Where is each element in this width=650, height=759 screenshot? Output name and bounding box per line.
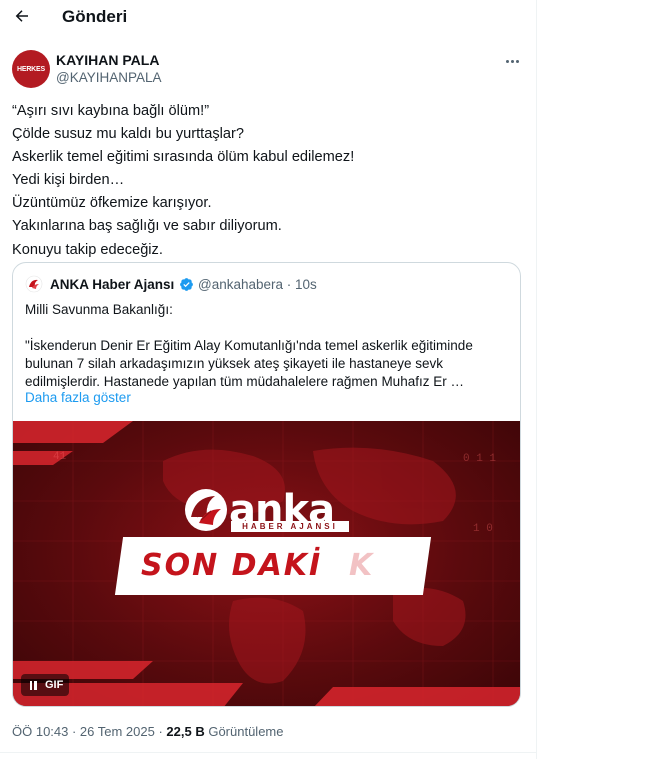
quote-media-gif[interactable]: 41 0 1 1 1 0 anka HABER AJANSI SON DAKİ … — [13, 421, 520, 706]
pause-button[interactable] — [27, 679, 39, 691]
pause-bar-icon — [29, 680, 32, 690]
more-dot-icon — [510, 59, 514, 63]
gif-badge: GIF — [45, 679, 64, 691]
author-handle[interactable]: @KAYIHANPALA — [56, 70, 162, 85]
pause-bar-icon — [34, 680, 37, 690]
quote-text: Milli Savunma Bakanlığı: "İskenderun Den… — [25, 302, 473, 389]
gif-controls: GIF — [21, 674, 70, 696]
quote-avatar[interactable] — [25, 275, 43, 293]
view-label: Görüntüleme — [204, 724, 284, 739]
page-header: Gönderi — [0, 0, 536, 34]
bird-logo-icon — [185, 489, 227, 531]
more-dot-icon — [505, 59, 509, 63]
quote-handle-time[interactable]: @ankahabera · 10s — [198, 277, 317, 292]
back-button[interactable] — [8, 2, 36, 30]
more-dot-icon — [515, 59, 519, 63]
quote-author-name[interactable]: ANKA Haber Ajansı — [50, 277, 174, 292]
breaking-news-text: SON DAKİ — [141, 548, 323, 583]
svg-text:1 0: 1 0 — [473, 523, 493, 535]
avatar-logo-text: HERKES — [17, 65, 45, 73]
tweet-timestamp[interactable]: ÖÖ 10:43 · 26 Tem 2025 · — [12, 724, 166, 739]
author-name[interactable]: KAYIHAN PALA — [56, 52, 159, 68]
svg-text:41: 41 — [53, 451, 67, 463]
view-count: 22,5 B — [166, 724, 205, 739]
breaking-news-text-fade: K — [349, 548, 373, 583]
more-options-button[interactable] — [502, 51, 522, 71]
quoted-tweet-card[interactable]: ANKA Haber Ajansı @ankahabera · 10s Mill… — [12, 262, 521, 707]
divider — [0, 752, 536, 753]
svg-text:0 1 1: 0 1 1 — [463, 453, 496, 465]
anka-logo-icon — [25, 275, 43, 293]
tweet-meta: ÖÖ 10:43 · 26 Tem 2025 · 22,5 B Görüntül… — [12, 724, 283, 739]
page-title: Gönderi — [62, 7, 128, 26]
arrow-left-icon — [15, 10, 28, 22]
logo-subtitle: HABER AJANSI — [231, 521, 349, 532]
main-column: Gönderi HERKES KAYIHAN PALA @KAYIHANPALA… — [0, 0, 537, 759]
show-more-link[interactable]: Daha fazla göster — [25, 390, 131, 405]
verified-badge-icon — [180, 278, 193, 291]
tweet-text: “Aşırı sıvı kaybına bağlı ölüm!” Çölde s… — [12, 103, 355, 258]
avatar[interactable]: HERKES — [12, 50, 50, 88]
